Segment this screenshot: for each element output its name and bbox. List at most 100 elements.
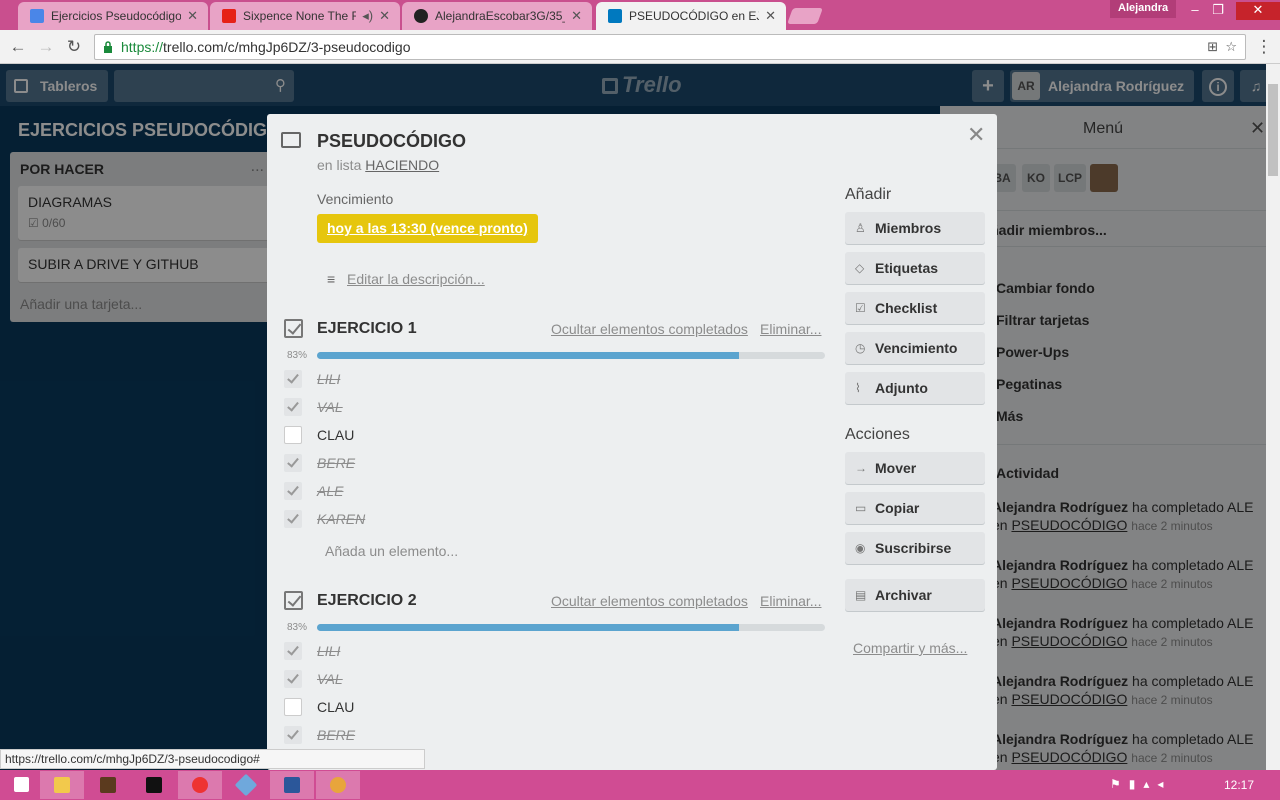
paint-icon (330, 777, 346, 793)
page-scrollbar[interactable] (1266, 64, 1280, 770)
translate-icon[interactable]: ⊞ (1207, 39, 1218, 54)
checkbox[interactable] (284, 454, 302, 472)
eye-icon: ◉ (855, 541, 866, 555)
button-label: Checklist (875, 300, 938, 316)
browser-tab-github[interactable]: AlejandraEscobar3G/35_ ✕ (402, 2, 592, 30)
card-title[interactable]: PSEUDOCÓDIGO (317, 131, 466, 152)
start-button[interactable] (0, 771, 44, 799)
close-icon[interactable]: ✕ (967, 122, 985, 148)
archive-button[interactable]: ▤ Archivar (845, 579, 985, 611)
checkbox[interactable] (284, 426, 302, 444)
hide-completed-link[interactable]: Ocultar elementos completados (551, 321, 748, 337)
window-close-icon[interactable]: ✕ (1236, 2, 1280, 20)
bookmark-star-icon[interactable]: ☆ (1225, 39, 1237, 54)
taskbar-app2[interactable] (224, 771, 268, 799)
checklist-title[interactable]: EJERCICIO 1 (317, 320, 417, 338)
back-icon[interactable]: ← (8, 37, 28, 57)
close-icon[interactable]: ✕ (765, 8, 776, 24)
checklist-title[interactable]: EJERCICIO 2 (317, 592, 417, 610)
share-and-more-link[interactable]: Compartir y más... (853, 640, 967, 656)
copy-button[interactable]: ▭ Copiar (845, 492, 985, 524)
taskbar-word[interactable] (270, 771, 314, 799)
checklist-item-text[interactable]: BERE (317, 727, 355, 743)
checklist-item-text[interactable]: ALE (317, 483, 343, 499)
checklist-item[interactable]: CLAU (284, 424, 804, 448)
checklist-item[interactable]: LILI (284, 640, 804, 664)
checkbox[interactable] (284, 726, 302, 744)
tab-title: AlejandraEscobar3G/35_ (435, 9, 566, 23)
checklist-item-text[interactable]: VAL (317, 399, 343, 415)
volume-icon[interactable]: ◂ (1157, 777, 1171, 791)
checklist-item[interactable]: ALE (284, 480, 804, 504)
battery-icon[interactable]: ▮ (1129, 777, 1144, 791)
labels-button[interactable]: ◇ Etiquetas (845, 252, 985, 284)
checkbox[interactable] (284, 510, 302, 528)
close-icon[interactable]: ✕ (187, 8, 198, 24)
list-link[interactable]: HACIENDO (365, 157, 439, 173)
taskbar-chrome[interactable] (178, 771, 222, 799)
checklist-item[interactable]: CLAU (284, 696, 804, 720)
checklist-button[interactable]: ☑ Checklist (845, 292, 985, 324)
browser-tab-docs[interactable]: Ejercicios Pseudocódigo ✕ (18, 2, 208, 30)
due-date-badge[interactable]: hoy a las 13:30 (vence pronto) (317, 214, 538, 243)
new-tab-button[interactable] (787, 8, 823, 24)
system-tray[interactable]: ⚑▮▴◂ (1110, 777, 1171, 791)
scrollbar-thumb[interactable] (1268, 84, 1278, 176)
checklist-item[interactable]: VAL (284, 668, 804, 692)
checklist-item-text[interactable]: LILI (317, 643, 340, 659)
checklist-item[interactable]: BERE (284, 452, 804, 476)
checkbox[interactable] (284, 670, 302, 688)
chrome-menu-icon[interactable]: ⋮ (1254, 37, 1274, 57)
close-icon[interactable]: ✕ (379, 8, 390, 24)
progress-fill (317, 352, 739, 359)
checkbox[interactable] (284, 398, 302, 416)
browser-profile-name[interactable]: Alejandra (1110, 0, 1177, 18)
clock[interactable]: 12:17 (1224, 778, 1254, 792)
checkbox[interactable] (284, 642, 302, 660)
taskbar-cmd[interactable] (132, 771, 176, 799)
checklist-item-text[interactable]: VAL (317, 671, 343, 687)
due-date-button[interactable]: ◷ Vencimiento (845, 332, 985, 364)
delete-checklist-link[interactable]: Eliminar... (760, 593, 821, 609)
checklist-icon (284, 591, 303, 610)
browser-tab-trello[interactable]: PSEUDOCÓDIGO en EJEF ✕ (596, 2, 786, 30)
taskbar-explorer[interactable] (40, 771, 84, 799)
checklist-item[interactable]: VAL (284, 396, 804, 420)
edit-description-link[interactable]: ≡ Editar la descripción... (327, 271, 485, 287)
copy-icon: ▭ (855, 501, 867, 515)
flag-icon[interactable]: ⚑ (1110, 777, 1129, 791)
checklist-item-text[interactable]: LILI (317, 371, 340, 387)
address-bar[interactable]: https://trello.com/c/mhgJp6DZ/3-pseudoco… (94, 34, 1246, 60)
checklist-item[interactable]: KAREN (284, 508, 804, 532)
due-date-label: Vencimiento (317, 191, 394, 207)
checkbox[interactable] (284, 698, 302, 716)
hide-completed-link[interactable]: Ocultar elementos completados (551, 593, 748, 609)
checklist-item[interactable]: LILI (284, 368, 804, 392)
restore-icon[interactable]: ❐ (1203, 2, 1233, 20)
members-button[interactable]: ♙ Miembros (845, 212, 985, 244)
terminal-icon (146, 777, 162, 793)
close-icon[interactable]: ✕ (571, 8, 582, 24)
add-item-link[interactable]: Añada un elemento... (325, 543, 458, 559)
checklist-item-text[interactable]: CLAU (317, 427, 354, 443)
checklist-item-text[interactable]: KAREN (317, 511, 365, 527)
checkbox[interactable] (284, 370, 302, 388)
actions-section-title: Acciones (845, 426, 910, 443)
reload-icon[interactable]: ↻ (64, 37, 84, 57)
forward-icon[interactable]: → (36, 37, 56, 57)
browser-tab-youtube[interactable]: Sixpence None The R ◂) ✕ (210, 2, 400, 30)
network-icon[interactable]: ▴ (1143, 777, 1157, 791)
checkbox[interactable] (284, 482, 302, 500)
taskbar-paint[interactable] (316, 771, 360, 799)
attachment-button[interactable]: ⌇ Adjunto (845, 372, 985, 404)
taskbar-app[interactable] (86, 771, 130, 799)
checklist-item-text[interactable]: BERE (317, 455, 355, 471)
windows-taskbar: ⚑▮▴◂ 12:17 (0, 770, 1280, 800)
subscribe-button[interactable]: ◉ Suscribirse (845, 532, 985, 564)
speaker-icon: ◂) (362, 8, 374, 23)
checklist-item[interactable]: BERE (284, 724, 804, 748)
checklist-item-text[interactable]: CLAU (317, 699, 354, 715)
delete-checklist-link[interactable]: Eliminar... (760, 321, 821, 337)
url-scheme: https:// (121, 39, 164, 55)
move-button[interactable]: → Mover (845, 452, 985, 484)
